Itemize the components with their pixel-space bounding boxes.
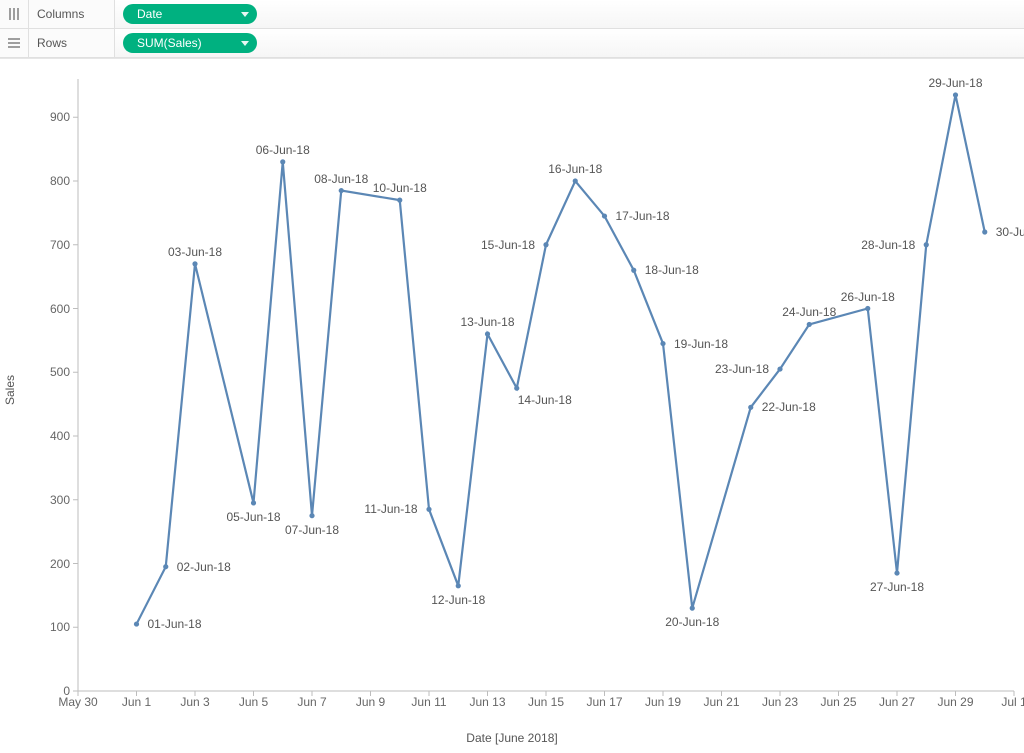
x-tick-label: Jun 27 <box>879 695 915 709</box>
y-tick-label: 600 <box>50 302 70 316</box>
x-tick-label: Jun 29 <box>937 695 973 709</box>
rows-pill-area[interactable]: SUM(Sales) <box>115 29 1024 57</box>
x-tick-label: Jun 7 <box>297 695 326 709</box>
x-tick-label: Jun 17 <box>586 695 622 709</box>
columns-pill-date[interactable]: Date <box>123 4 257 24</box>
x-tick-label: Jun 19 <box>645 695 681 709</box>
columns-shelf-label: Columns <box>29 0 115 28</box>
y-tick-label: 300 <box>50 493 70 507</box>
rows-icon <box>0 29 29 57</box>
x-tick-label: Jun 23 <box>762 695 798 709</box>
plot-region[interactable]: 0100200300400500600700800900May 30Jun 1J… <box>78 79 1014 691</box>
x-tick-label: Jun 11 <box>411 695 446 709</box>
rows-pill-label: SUM(Sales) <box>137 36 202 50</box>
y-tick-label: 200 <box>50 557 70 571</box>
x-tick-label: May 30 <box>58 695 97 709</box>
x-tick-label: Jul 1 <box>1001 695 1024 709</box>
x-tick-label: Jun 21 <box>703 695 739 709</box>
x-tick-label: Jun 5 <box>239 695 268 709</box>
x-tick-label: Jun 3 <box>180 695 209 709</box>
columns-shelf[interactable]: Columns Date <box>0 0 1024 29</box>
y-tick-label: 100 <box>50 620 70 634</box>
columns-pill-label: Date <box>137 7 162 21</box>
chart-area[interactable]: Sales 0100200300400500600700800900May 30… <box>0 58 1024 751</box>
y-tick-label: 900 <box>50 110 70 124</box>
x-tick-label: Jun 1 <box>122 695 151 709</box>
rows-shelf[interactable]: Rows SUM(Sales) <box>0 29 1024 58</box>
rows-pill-sum-sales[interactable]: SUM(Sales) <box>123 33 257 53</box>
columns-pill-area[interactable]: Date <box>115 0 1024 28</box>
y-tick-label: 700 <box>50 238 70 252</box>
plot-svg <box>78 79 1014 691</box>
y-axis-title: Sales <box>3 375 17 405</box>
x-tick-label: Jun 15 <box>528 695 564 709</box>
y-tick-label: 400 <box>50 429 70 443</box>
x-tick-label: Jun 13 <box>469 695 505 709</box>
y-tick-label: 500 <box>50 365 70 379</box>
x-tick-label: Jun 9 <box>356 695 385 709</box>
x-axis-title: Date [June 2018] <box>466 731 557 745</box>
columns-icon <box>0 0 29 28</box>
y-tick-label: 800 <box>50 174 70 188</box>
shelves-area: Columns Date Rows SUM(Sales) <box>0 0 1024 58</box>
x-tick-label: Jun 25 <box>820 695 856 709</box>
rows-shelf-label: Rows <box>29 29 115 57</box>
